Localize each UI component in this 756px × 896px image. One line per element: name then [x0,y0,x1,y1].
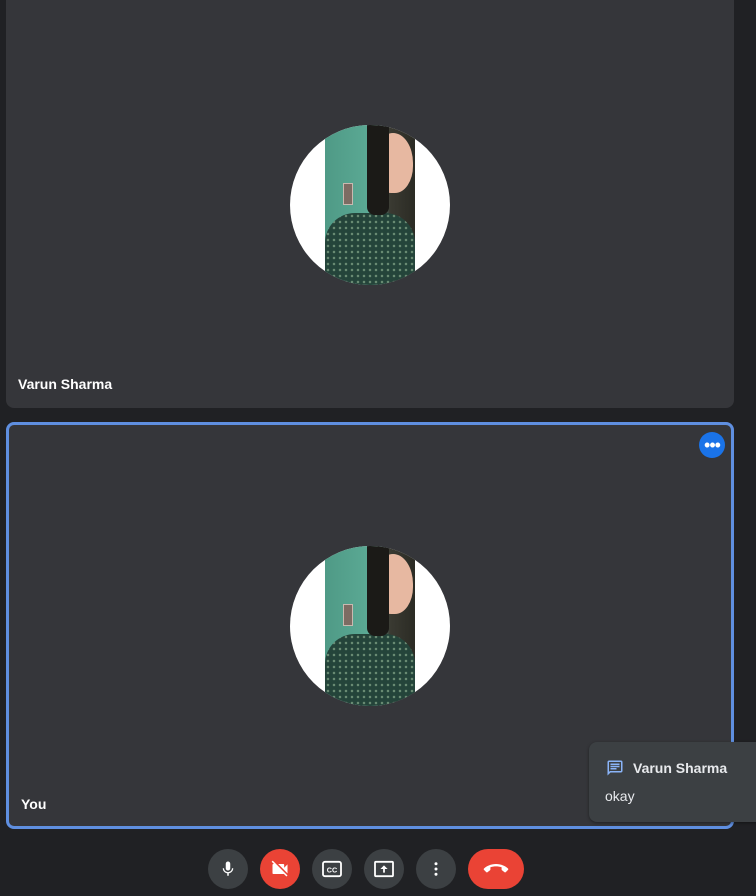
present-screen-button[interactable] [364,849,404,889]
tile-more-options-button[interactable]: ••• [699,432,725,458]
svg-text:CC: CC [327,866,337,875]
camera-toggle-button[interactable] [260,849,300,889]
end-call-icon [483,864,509,873]
present-screen-icon [374,860,394,878]
chat-message: okay [605,788,635,804]
avatar-photo [325,546,415,706]
camera-off-icon [271,860,288,877]
mic-icon [222,861,234,876]
avatar-photo [325,125,415,285]
captions-button[interactable]: CC [312,849,352,889]
captions-icon: CC [322,860,342,878]
leave-call-button[interactable] [468,849,524,889]
participant-tile-varun[interactable]: Varun Sharma [6,0,734,408]
self-avatar [290,546,450,706]
participant-name: Varun Sharma [18,376,113,392]
more-options-icon [434,862,438,876]
call-controls: CC [0,849,756,891]
more-options-button[interactable] [416,849,456,889]
self-name: You [21,796,47,812]
microphone-button[interactable] [208,849,248,889]
participant-avatar [290,125,450,285]
chat-icon [607,760,623,776]
more-horizontal-icon: ••• [704,435,721,455]
chat-notification[interactable]: Varun Sharma okay [589,742,756,822]
chat-sender: Varun Sharma [633,760,728,776]
